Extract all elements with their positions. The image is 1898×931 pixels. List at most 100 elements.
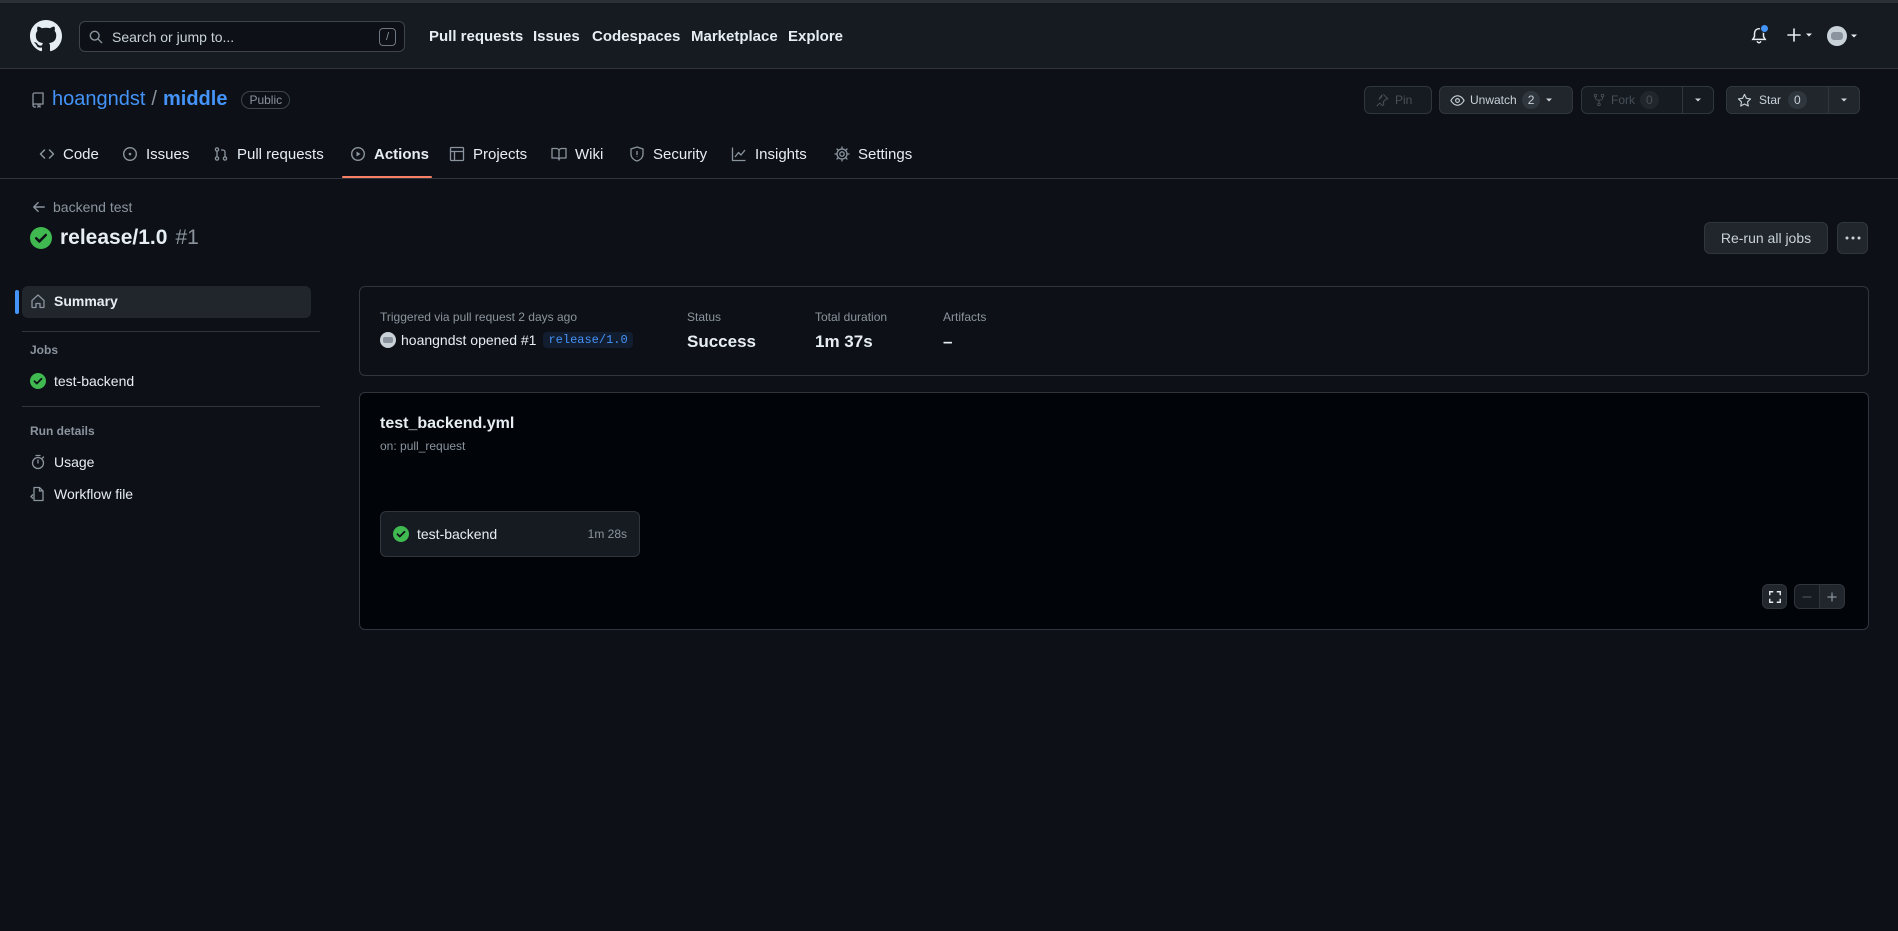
- notification-dot: [1760, 24, 1769, 33]
- caret-down-icon: [1851, 34, 1857, 38]
- sidebar-item-label: test-backend: [54, 373, 135, 389]
- repo-tabs: Code Issues Pull requests Actions Projec…: [0, 137, 1898, 179]
- trigger-label: Triggered via pull request 2 days ago: [380, 310, 578, 324]
- artifacts-value: –: [943, 332, 953, 351]
- tab-label: Wiki: [575, 146, 604, 163]
- tab-insights[interactable]: Insights: [731, 137, 807, 179]
- shield-icon: [630, 146, 644, 162]
- plus-icon: [1787, 28, 1801, 42]
- run-title: release/1.0 #1: [30, 226, 199, 250]
- star-icon: [1737, 93, 1752, 107]
- star-dropdown[interactable]: [1829, 87, 1859, 113]
- tab-pull-requests[interactable]: Pull requests: [213, 137, 324, 179]
- tab-wiki[interactable]: Wiki: [551, 137, 603, 179]
- workflow-file-name: test_backend.yml: [380, 415, 515, 432]
- sidebar-item-workflow-file[interactable]: Workflow file: [30, 486, 133, 502]
- sidebar-divider: [22, 406, 320, 407]
- nav-explore[interactable]: Explore: [788, 28, 843, 45]
- tab-label: Actions: [374, 146, 430, 163]
- notifications-bell-icon[interactable]: [1750, 24, 1769, 45]
- github-logo-icon[interactable]: [30, 20, 62, 52]
- status-value: Success: [687, 332, 756, 351]
- fork-count: 0: [1640, 91, 1659, 109]
- star-button[interactable]: Star 0: [1726, 86, 1860, 114]
- repo-title: hoangndst / middle Public: [30, 88, 291, 111]
- nav-issues[interactable]: Issues: [533, 28, 580, 45]
- run-branch: release/1.0: [60, 226, 168, 249]
- sidebar-item-usage[interactable]: Usage: [30, 454, 94, 470]
- tab-label: Code: [63, 146, 99, 163]
- sidebar-item-label: Usage: [54, 454, 95, 470]
- caret-down-icon: [1806, 33, 1812, 37]
- actor-text[interactable]: hoangndst opened #1: [401, 332, 536, 348]
- tab-actions[interactable]: Actions: [350, 137, 429, 179]
- check-circle-icon: [30, 227, 52, 249]
- star-label: Star: [1759, 93, 1782, 107]
- run-summary-card: Triggered via pull request 2 days ago ho…: [359, 286, 1869, 376]
- book-icon: [551, 147, 567, 161]
- sidebar-item-label: Workflow file: [54, 486, 134, 502]
- top-border: [0, 0, 1898, 3]
- fork-label: Fork: [1611, 93, 1635, 107]
- sidebar-item-summary[interactable]: Summary: [30, 293, 118, 309]
- tab-code[interactable]: Code: [39, 137, 99, 179]
- gear-icon: [834, 146, 850, 162]
- search-input[interactable]: Search or jump to... /: [79, 21, 405, 52]
- duration-label: Total duration: [815, 310, 888, 324]
- repo-owner-link[interactable]: hoangndst: [52, 88, 145, 111]
- tab-projects[interactable]: Projects: [449, 137, 527, 179]
- search-placeholder: Search or jump to...: [112, 29, 235, 45]
- nav-pull-requests[interactable]: Pull requests: [429, 28, 523, 45]
- sidebar-divider: [22, 331, 320, 332]
- graph-icon: [731, 147, 746, 162]
- avatar: [1827, 26, 1847, 46]
- tab-settings[interactable]: Settings: [834, 137, 912, 179]
- sidebar-item-test-backend[interactable]: test-backend: [30, 373, 134, 389]
- watch-count: 2: [1521, 91, 1541, 109]
- status-label: Status: [687, 310, 722, 324]
- job-duration: 1m 28s: [587, 527, 627, 541]
- repo-name-link[interactable]: middle: [163, 88, 227, 111]
- caret-down-icon: [1546, 98, 1553, 102]
- star-count: 0: [1788, 91, 1807, 109]
- tab-issues[interactable]: Issues: [122, 137, 189, 179]
- fullscreen-icon: [1768, 590, 1781, 603]
- create-new-dropdown[interactable]: [1786, 27, 1813, 43]
- sidebar-jobs-heading: Jobs: [30, 343, 59, 357]
- job-node-test-backend[interactable]: test-backend 1m 28s: [380, 511, 640, 557]
- job-name: test-backend: [417, 526, 498, 542]
- artifacts-label: Artifacts: [943, 310, 987, 324]
- home-icon: [31, 294, 45, 309]
- visibility-badge: Public: [241, 90, 291, 109]
- zoom-out-button[interactable]: [1794, 584, 1820, 609]
- back-to-workflow-link[interactable]: backend test: [32, 199, 132, 215]
- fork-button[interactable]: Fork 0: [1581, 86, 1714, 114]
- nav-codespaces[interactable]: Codespaces: [592, 28, 680, 45]
- rerun-all-jobs-button[interactable]: Re-run all jobs: [1704, 222, 1828, 254]
- arrow-left-icon: [33, 201, 45, 213]
- unwatch-button[interactable]: Unwatch 2: [1439, 86, 1573, 114]
- workflow-trigger: on: pull_request: [380, 439, 466, 453]
- check-circle-icon: [393, 526, 409, 542]
- user-menu-dropdown[interactable]: [1827, 26, 1858, 46]
- fullscreen-button[interactable]: [1762, 584, 1787, 609]
- sidebar-run-details-heading: Run details: [30, 424, 95, 438]
- zoom-in-button[interactable]: [1819, 584, 1845, 609]
- fork-icon: [1593, 93, 1605, 107]
- sidebar-item-label: Summary: [54, 293, 118, 309]
- issue-icon: [122, 146, 138, 162]
- pin-button[interactable]: Pin: [1364, 86, 1432, 114]
- back-link-label: backend test: [53, 199, 133, 215]
- tab-label: Issues: [146, 146, 190, 163]
- tab-security[interactable]: Security: [629, 137, 707, 179]
- caret-down-icon: [1841, 98, 1847, 102]
- trigger-info: hoangndst opened #1 release/1.0: [380, 332, 633, 348]
- active-tab-indicator: [342, 176, 432, 178]
- code-icon: [39, 149, 55, 159]
- more-options-button[interactable]: [1837, 222, 1868, 254]
- fork-dropdown[interactable]: [1683, 87, 1713, 113]
- nav-marketplace[interactable]: Marketplace: [691, 28, 778, 45]
- branch-label[interactable]: release/1.0: [543, 332, 633, 348]
- pin-label: Pin: [1395, 93, 1413, 107]
- workflow-graph-card: test_backend.yml on: pull_request test-b…: [359, 392, 1869, 630]
